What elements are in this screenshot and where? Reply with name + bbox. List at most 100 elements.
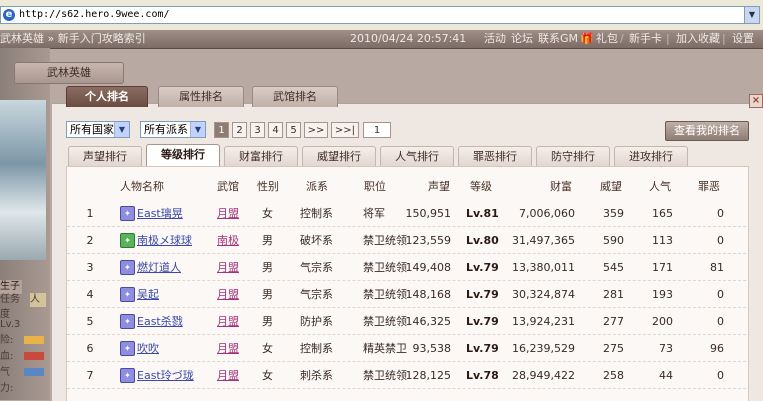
popularity: 165 [652, 207, 673, 220]
guild-link[interactable]: 月盟 [217, 261, 239, 275]
faction-icon: ✦ [120, 233, 135, 248]
link-gift[interactable]: 礼包 [596, 32, 618, 46]
browser-address-bar: e http://s62.hero.9wee.com/ ▼ [0, 0, 763, 31]
tab-might-rank[interactable]: 威望排行 [302, 146, 376, 166]
prestige: 149,408 [405, 261, 452, 274]
level: Lv.79 [466, 315, 499, 328]
sect: 破坏系 [300, 234, 333, 247]
header-evil: 罪恶 [698, 180, 720, 193]
tab-personal-rank[interactable]: 个人排名 [66, 86, 148, 107]
stat-bar [24, 352, 44, 360]
faction-select[interactable]: 所有派系 ▼ [140, 121, 206, 138]
tab-attribute-rank[interactable]: 属性排名 [158, 86, 244, 107]
header-sex: 性别 [257, 180, 279, 193]
popularity: 171 [652, 261, 673, 274]
header-level: 等级 [470, 180, 492, 193]
sect: 控制系 [300, 207, 333, 220]
prestige: 128,125 [405, 369, 452, 382]
guild-link[interactable]: 月盟 [217, 315, 239, 329]
tab-popularity-rank[interactable]: 人气排行 [380, 146, 454, 166]
guild-link[interactable]: 月盟 [217, 342, 239, 356]
prestige: 146,325 [405, 315, 452, 328]
player-name-link[interactable]: 南极メ球球 [137, 234, 192, 248]
table-row: 3 ✦ 燃灯道人 月盟 男 气宗系 禁卫统领 149,408 Lv.79 13,… [67, 255, 746, 281]
link-forum[interactable]: 论坛 [511, 32, 533, 46]
page-last[interactable]: >>| [331, 122, 359, 138]
tab-prestige-rank[interactable]: 声望排行 [68, 146, 142, 166]
guild-link[interactable]: 月盟 [217, 288, 239, 302]
player-name-link[interactable]: East璃晃 [137, 207, 183, 221]
player-name-link[interactable]: East杀戮 [137, 315, 183, 329]
view-my-rank-button[interactable]: 查看我的排名 [665, 121, 749, 141]
page-5[interactable]: 5 [286, 122, 301, 138]
country-select-value: 所有国家 [70, 123, 114, 136]
evil: 0 [717, 288, 724, 301]
wealth: 7,006,060 [519, 207, 575, 220]
player-name-link[interactable]: 燃灯道人 [137, 261, 181, 275]
gift-icon: 🎁 [580, 32, 594, 45]
might: 258 [603, 369, 624, 382]
page-next[interactable]: >> [304, 122, 328, 138]
sex: 男 [262, 288, 273, 301]
link-activity[interactable]: 活动 [484, 32, 506, 46]
tab-defense-rank[interactable]: 防守排行 [536, 146, 610, 166]
close-icon[interactable]: × [749, 94, 763, 108]
sex: 女 [262, 369, 273, 382]
page-input[interactable]: 1 [363, 122, 391, 138]
tab-wealth-rank[interactable]: 财富排行 [224, 146, 298, 166]
guild-link[interactable]: 月盟 [217, 207, 239, 221]
tab-school-rank[interactable]: 武馆排名 [252, 86, 338, 107]
rank-number: 2 [86, 234, 94, 247]
tab-evil-rank[interactable]: 罪恶排行 [458, 146, 532, 166]
side-label: Lv.3 [0, 319, 21, 330]
rank-number: 7 [86, 369, 94, 382]
prestige: 93,538 [412, 342, 452, 355]
faction-select-value: 所有派系 [144, 123, 188, 136]
faction-icon: ✦ [120, 368, 135, 383]
game-top-bar: 武林英雄 » 新手入门攻略索引 2010/04/24 20:57:41 活动 论… [0, 30, 763, 49]
country-select[interactable]: 所有国家 ▼ [66, 121, 130, 138]
sex: 女 [262, 342, 273, 355]
faction-icon: ✦ [120, 260, 135, 275]
sect: 气宗系 [300, 261, 333, 274]
address-dropdown-icon[interactable]: ▼ [744, 7, 759, 23]
header-name: 人物名称 [120, 180, 164, 193]
level: Lv.79 [466, 261, 499, 274]
level: Lv.79 [466, 342, 499, 355]
breadcrumb[interactable]: 武林英雄 » 新手入门攻略索引 [0, 32, 146, 46]
header-post: 职位 [364, 180, 386, 193]
player-name-link[interactable]: East玲づ珑 [137, 369, 194, 383]
page-3[interactable]: 3 [250, 122, 265, 138]
guild-link[interactable]: 南极 [217, 234, 239, 248]
sect: 气宗系 [300, 288, 333, 301]
might: 281 [603, 288, 624, 301]
link-favorite[interactable]: 加入收藏 [676, 32, 720, 46]
header-sect: 派系 [306, 180, 328, 193]
header-guild: 武馆 [217, 180, 239, 193]
player-name-link[interactable]: 吹吹 [137, 342, 159, 356]
table-row: 6 ✦ 吹吹 月盟 女 控制系 精英禁卫 93,538 Lv.79 16,239… [67, 336, 746, 362]
wealth: 16,239,529 [512, 342, 575, 355]
chevron-down-icon: ▼ [190, 122, 205, 137]
address-field[interactable]: e http://s62.hero.9wee.com/ ▼ [0, 6, 760, 24]
evil: 0 [717, 369, 724, 382]
chevron-down-icon: ▼ [114, 122, 129, 137]
page-4[interactable]: 4 [268, 122, 283, 138]
link-contact-gm[interactable]: 联系GM [538, 32, 578, 46]
might: 359 [603, 207, 624, 220]
sect: 控制系 [300, 342, 333, 355]
tab-level-rank[interactable]: 等级排行 [146, 144, 220, 166]
tab-attack-rank[interactable]: 进攻排行 [614, 146, 688, 166]
post: 将军 [363, 207, 385, 220]
link-settings[interactable]: 设置 [732, 32, 754, 46]
portrait-tag: 生子 [0, 280, 22, 294]
link-newbie-card[interactable]: 新手卡 [629, 32, 662, 46]
page-2[interactable]: 2 [232, 122, 247, 138]
divider: / [620, 32, 624, 45]
player-name-link[interactable]: 吴起 [137, 288, 159, 302]
page-1[interactable]: 1 [214, 122, 229, 138]
evil: 81 [710, 261, 724, 274]
guild-link[interactable]: 月盟 [217, 369, 239, 383]
server-datetime: 2010/04/24 20:57:41 [350, 32, 467, 45]
sex: 男 [262, 234, 273, 247]
